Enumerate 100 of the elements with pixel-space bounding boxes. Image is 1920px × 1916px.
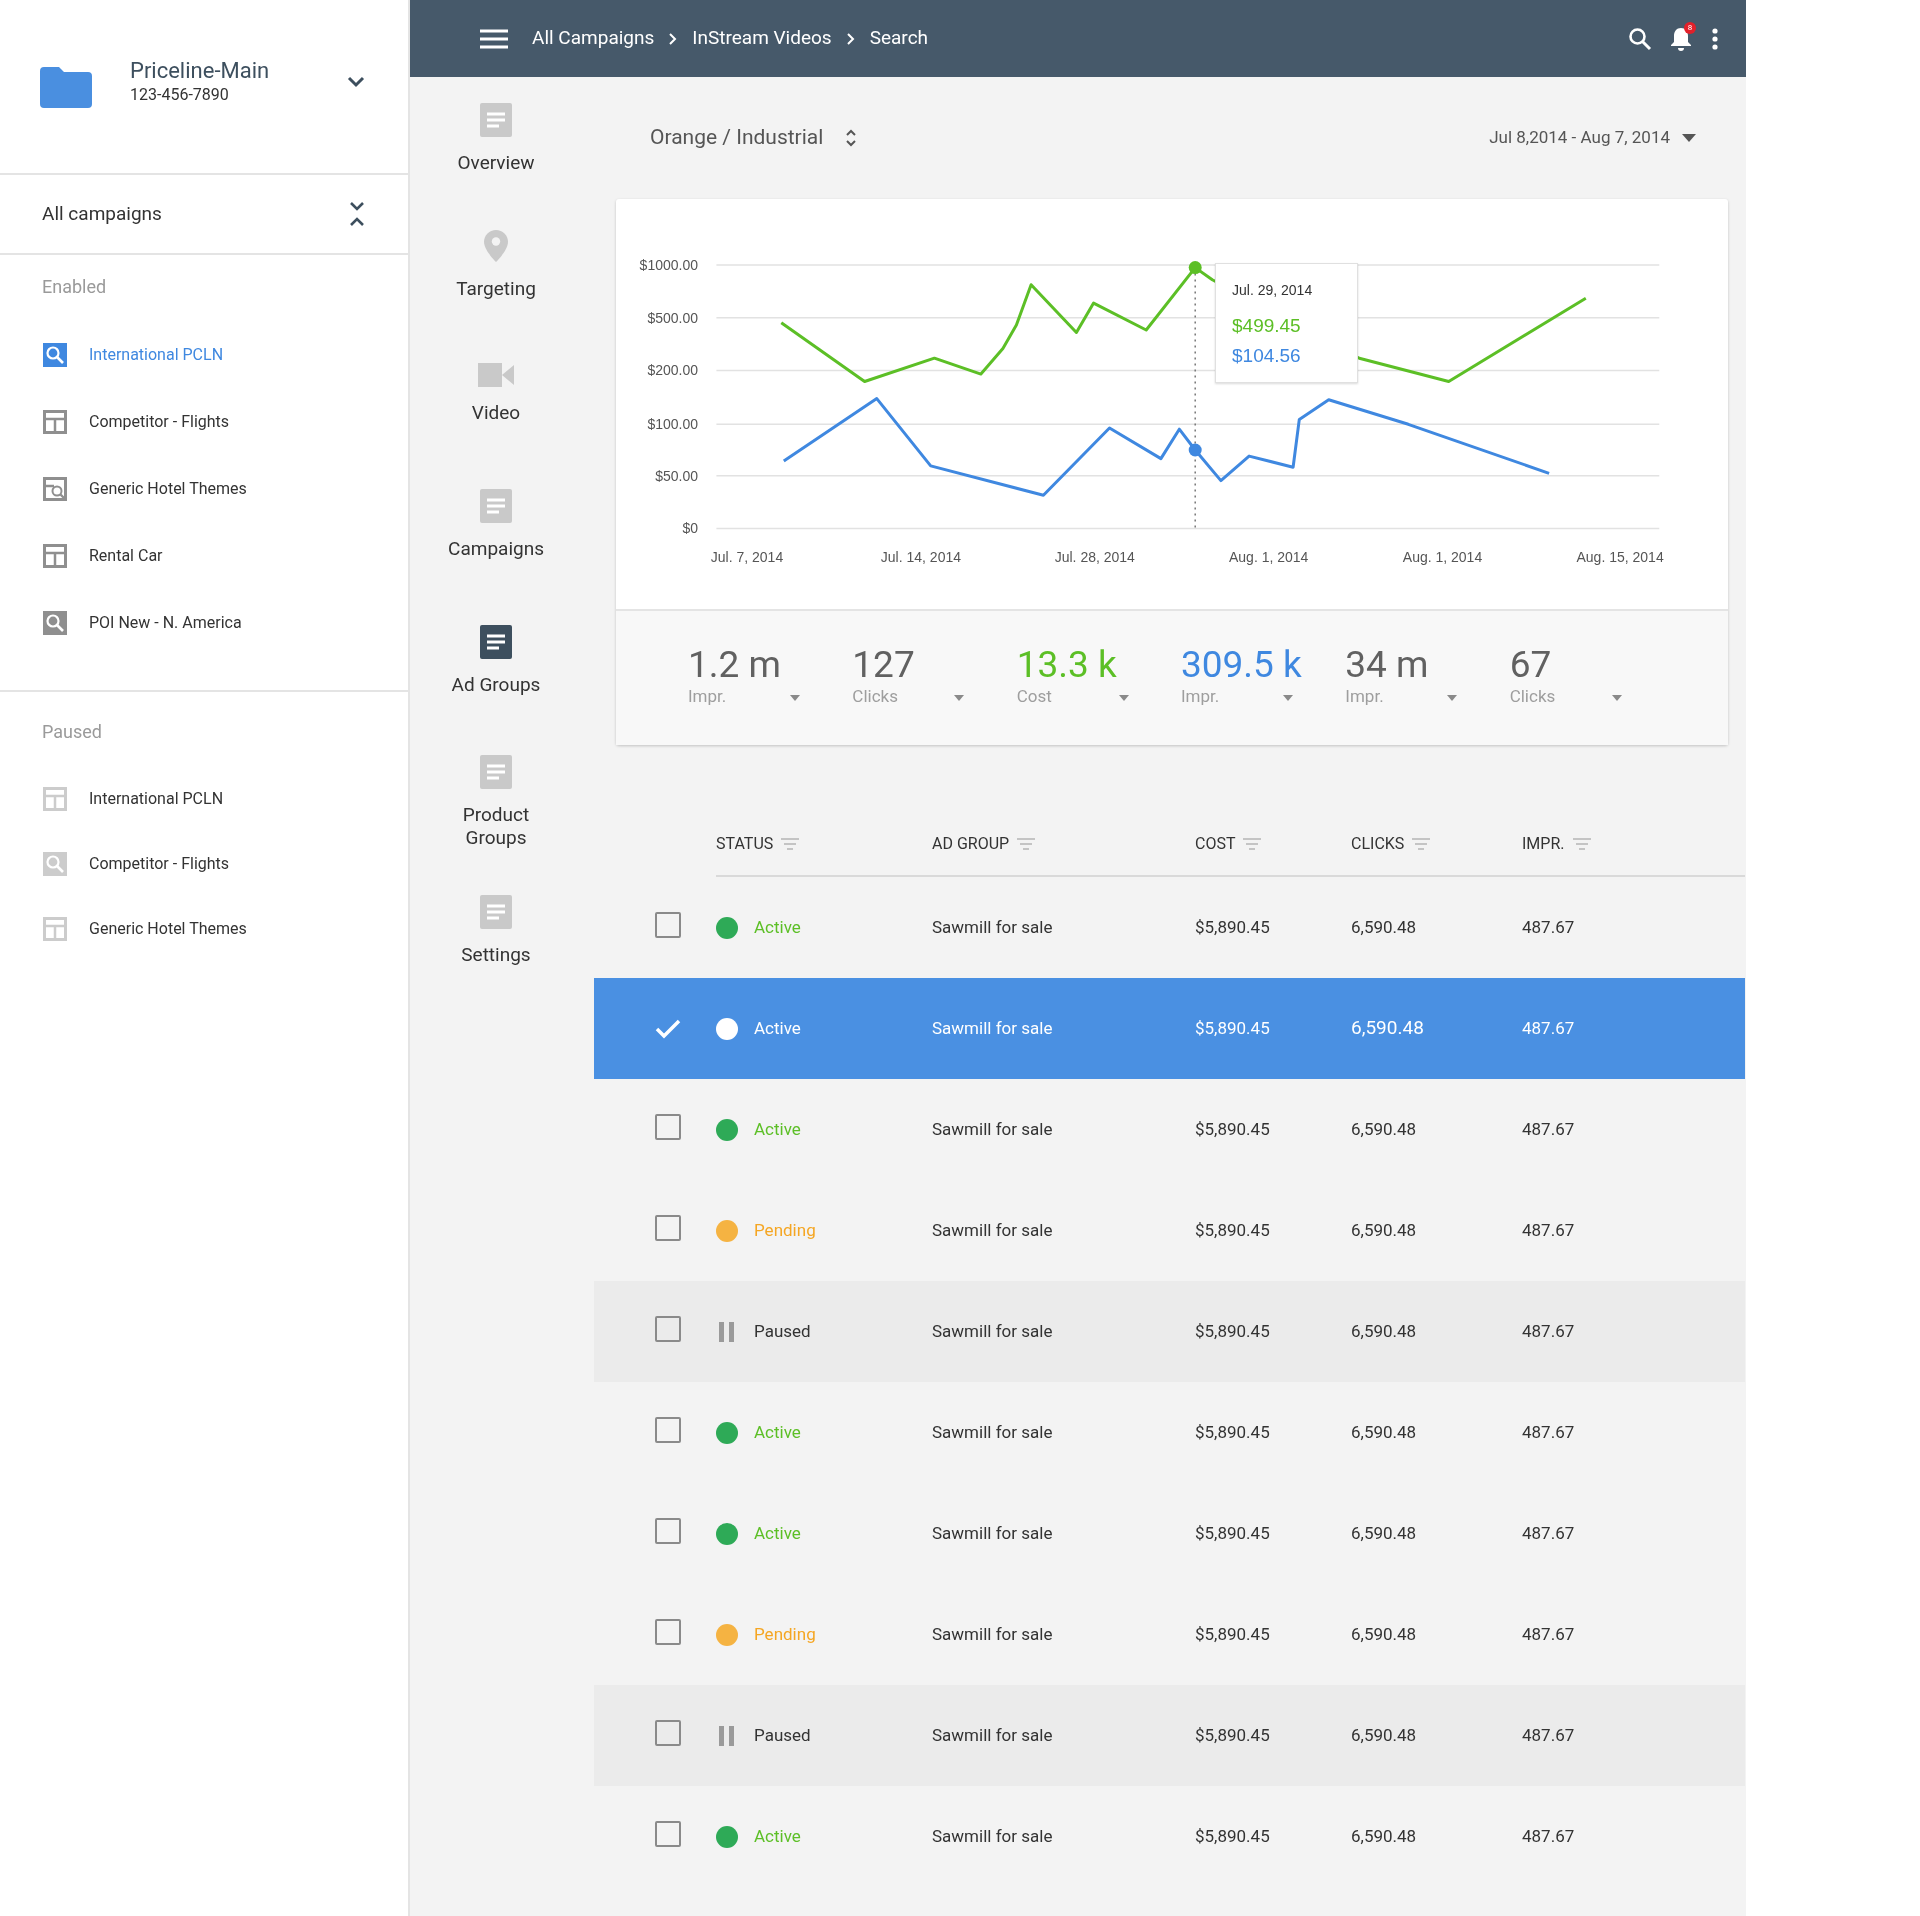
breadcrumb-link[interactable]: All Campaigns [532, 24, 655, 53]
notifications-button[interactable]: 8 [1666, 23, 1696, 54]
x-axis-label: Aug. 15, 2014 [1576, 549, 1664, 565]
status-dot-icon [716, 1623, 738, 1646]
status-text: Pending [754, 1622, 816, 1646]
campaign-link[interactable]: Generic Hotel Themes [0, 896, 408, 961]
status-text: Active [754, 915, 801, 939]
table-row[interactable]: Active Sawmill for sale $5,890.45 6,590.48 487.67 [594, 1483, 1745, 1584]
table-row[interactable]: Active Sawmill for sale $5,890.45 6,590.48 487.67 [594, 1079, 1745, 1180]
row-checkbox[interactable] [655, 1820, 681, 1847]
status-text: Paused [754, 1723, 811, 1747]
sort-toggle[interactable] [845, 128, 858, 148]
date-range-dropdown[interactable]: Jul 8,2014 - Aug 7, 2014 [1489, 125, 1696, 151]
status-dot-icon [716, 1825, 738, 1848]
stat-selector[interactable]: 34 m Impr. [1345, 645, 1478, 745]
table-cell-text: 6,590.48 [1351, 1622, 1418, 1646]
breadcrumb-link[interactable]: Search [869, 24, 929, 53]
column-header[interactable]: CLICKS [1351, 832, 1522, 856]
stat-selector[interactable]: 1.2 m Impr. [688, 645, 820, 745]
table-row[interactable]: Pending Sawmill for sale $5,890.45 6,590.48 487.67 [594, 1180, 1745, 1281]
ad-group-title: Orange / Industrial [650, 124, 824, 152]
document-icon [480, 489, 512, 523]
caret-down-icon [954, 695, 965, 701]
table-cell-text: 487.67 [1522, 1420, 1576, 1444]
y-axis-label: $0 [682, 520, 698, 537]
table-cell-text: 487.67 [1522, 1521, 1576, 1545]
stat-value: 67 [1509, 645, 1552, 685]
table-cell-text: 6,590.48 [1351, 1117, 1418, 1141]
campaign-link[interactable]: POI New - N. America [0, 589, 408, 656]
stat-selector[interactable]: 127 Clicks [852, 645, 985, 745]
campaign-link[interactable]: International PCLN [0, 321, 408, 388]
campaign-link[interactable]: Generic Hotel Themes [0, 455, 408, 522]
status-dot-icon [716, 1017, 738, 1040]
row-checkbox[interactable] [655, 911, 681, 938]
row-checkbox[interactable] [655, 1618, 681, 1645]
stat-selector[interactable]: 67 Clicks [1509, 645, 1642, 745]
campaign-link[interactable]: Competitor - Flights [0, 831, 408, 896]
row-checkbox[interactable] [655, 1416, 681, 1443]
table-row[interactable]: Pending Sawmill for sale $5,890.45 6,590.48 487.67 [594, 1584, 1745, 1685]
breadcrumb-link[interactable]: InStream Videos [692, 24, 832, 53]
table-cell-text: 6,590.48 [1351, 1723, 1418, 1747]
table-cell-text: $5,890.45 [1195, 1218, 1271, 1242]
up-down-icon [845, 128, 858, 148]
row-checkbox[interactable] [655, 1719, 681, 1746]
x-axis-label: Jul. 14, 2014 [880, 549, 961, 565]
video-camera-icon [478, 363, 514, 387]
document-icon [480, 103, 512, 137]
nav-item[interactable]: Campaigns [421, 489, 571, 625]
filter-icon [1017, 838, 1036, 850]
column-header[interactable]: COST [1195, 832, 1351, 856]
filter-icon [1572, 838, 1591, 850]
stat-value: 13.3 k [1016, 645, 1117, 685]
row-checkbox[interactable] [655, 1517, 681, 1544]
menu-icon [480, 28, 508, 49]
table-cell-text: Sawmill for sale [932, 1824, 1054, 1848]
table-cell-text: $5,890.45 [1195, 1521, 1271, 1545]
campaign-link[interactable]: Competitor - Flights [0, 388, 408, 455]
table-row[interactable]: Paused Sawmill for sale $5,890.45 6,590.48 487.67 [594, 1281, 1745, 1382]
y-axis-label: $200.00 [647, 362, 698, 379]
tooltip-value: $499.45 [1232, 314, 1302, 338]
table-cell-text: Sawmill for sale [932, 1117, 1054, 1141]
row-checkbox[interactable] [655, 1113, 681, 1140]
y-axis-label: $500.00 [647, 309, 698, 326]
campaign-link[interactable]: International PCLN [0, 766, 408, 831]
table-row[interactable]: Active Sawmill for sale $5,890.45 6,590.48 487.67 [594, 1382, 1745, 1483]
table-cell-text: 487.67 [1522, 1824, 1576, 1848]
nav-item[interactable]: Overview [421, 103, 571, 229]
nav-item[interactable]: Targeting [421, 229, 571, 363]
status-text: Active [754, 1420, 801, 1444]
caret-down-icon [790, 695, 800, 701]
table-cell-text: $5,890.45 [1195, 1016, 1271, 1040]
row-checkbox[interactable] [655, 1315, 681, 1342]
nav-item[interactable]: Product Groups [421, 755, 571, 895]
caret-down-icon [1118, 695, 1129, 701]
column-header[interactable]: AD GROUP [932, 832, 1195, 856]
campaign-filter-label: All campaigns [42, 200, 163, 227]
table-cell-text: $5,890.45 [1195, 1117, 1271, 1141]
table-row[interactable]: Active Sawmill for sale $5,890.45 6,590.48 487.67 [594, 1786, 1745, 1887]
account-name: Priceline-Main [130, 56, 271, 85]
document-icon [480, 755, 512, 789]
campaign-link[interactable]: Rental Car [0, 522, 408, 589]
table-cell-text: 6,590.48 [1351, 1824, 1418, 1848]
table-cell-text: 487.67 [1522, 1723, 1576, 1747]
nav-item[interactable]: Settings [421, 895, 571, 1025]
table-row[interactable]: Active Sawmill for sale $5,890.45 6,590.48 487.67 [594, 877, 1745, 978]
filter-icon [1412, 838, 1431, 850]
nav-item[interactable]: Video [421, 363, 571, 489]
table-cell-text: $5,890.45 [1195, 1319, 1271, 1343]
table-cell-text: 6,590.48 [1351, 1319, 1418, 1343]
layout-icon [43, 786, 67, 811]
column-header[interactable]: STATUS [716, 832, 932, 856]
column-header[interactable]: IMPR. [1522, 832, 1746, 856]
y-axis-label: $1000.00 [639, 257, 698, 274]
chevron-right-icon [668, 31, 679, 46]
table-cell-text: $5,890.45 [1195, 1622, 1271, 1646]
table-row[interactable]: Paused Sawmill for sale $5,890.45 6,590.48 487.67 [594, 1685, 1745, 1786]
row-checkbox[interactable] [655, 1214, 681, 1241]
nav-item[interactable]: Ad Groups [421, 625, 571, 755]
stat-value: 1.2 m [688, 645, 781, 685]
table-cell-text: 6,590.48 [1351, 1015, 1425, 1042]
